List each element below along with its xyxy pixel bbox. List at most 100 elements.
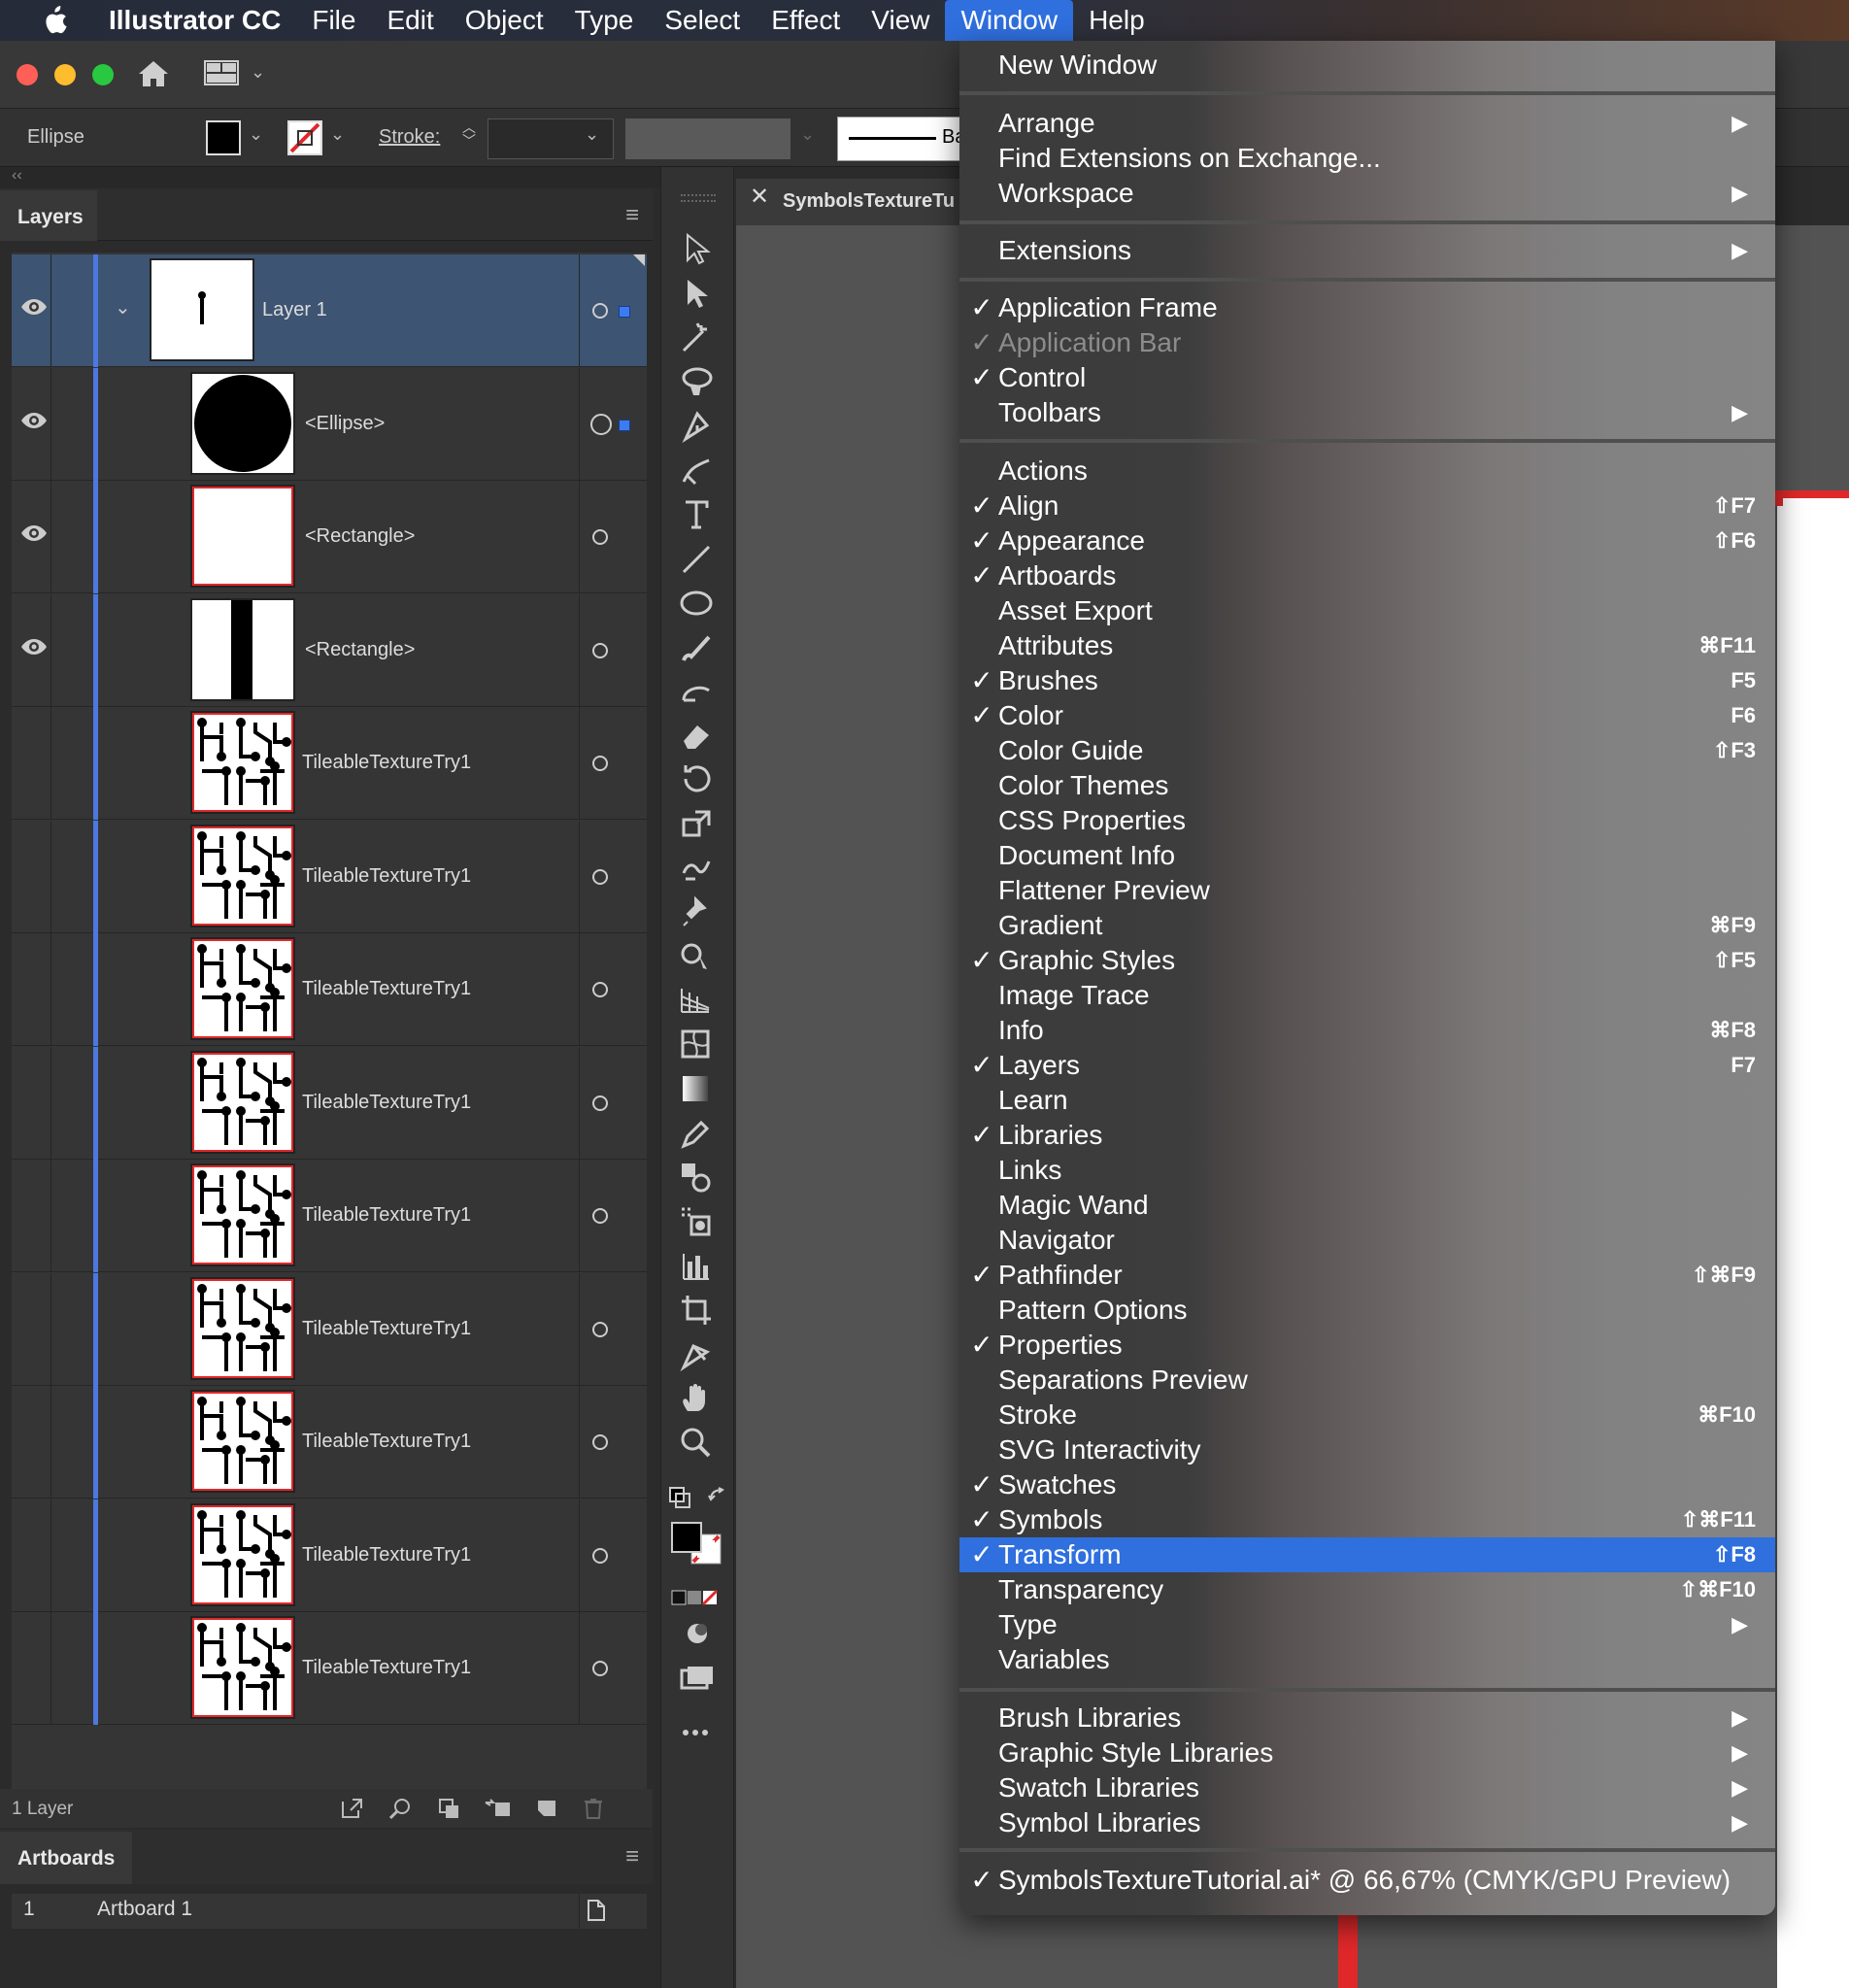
eye-icon[interactable] <box>19 637 49 657</box>
collapse-panels-icon[interactable]: ‹‹ <box>12 167 22 185</box>
menu-item-stroke[interactable]: Stroke ⌘F10 <box>959 1398 1775 1432</box>
menu-item-color-themes[interactable]: Color Themes <box>959 768 1775 803</box>
menu-item-extensions[interactable]: Extensions ▶ <box>959 233 1775 268</box>
chevron-down-icon[interactable]: ⌄ <box>249 124 263 145</box>
menu-item-swatch-libraries[interactable]: Swatch Libraries ▶ <box>959 1770 1775 1805</box>
menu-item-control[interactable]: ✓ Control <box>959 360 1775 395</box>
target-icon[interactable] <box>592 1095 608 1111</box>
menu-item-workspace[interactable]: Workspace ▶ <box>959 176 1775 211</box>
menu-file[interactable]: File <box>296 0 371 41</box>
gradient-tool-icon[interactable] <box>678 1071 717 1106</box>
scale-tool-icon[interactable] <box>678 806 717 841</box>
target-icon[interactable] <box>592 1661 608 1676</box>
target-icon[interactable] <box>592 756 608 771</box>
menu-item-symbols[interactable]: ✓ Symbols ⇧⌘F11 <box>959 1502 1775 1537</box>
sublayer-row[interactable]: TileableTextureTry1 <box>12 1612 647 1725</box>
menu-item-brushes[interactable]: ✓ Brushes F5 <box>959 663 1775 698</box>
warp-tool-icon[interactable] <box>678 850 717 885</box>
menu-item-css-properties[interactable]: CSS Properties <box>959 803 1775 838</box>
puppet-warp-tool-icon[interactable] <box>678 894 717 929</box>
eraser-tool-icon[interactable] <box>678 718 717 753</box>
menu-item-find-extensions-on-exchange[interactable]: Find Extensions on Exchange... <box>959 141 1775 176</box>
screen-mode-icon[interactable] <box>678 1663 732 1712</box>
menu-item-appearance[interactable]: ✓ Appearance ⇧F6 <box>959 523 1775 558</box>
menu-item-separations-preview[interactable]: Separations Preview <box>959 1363 1775 1398</box>
target-icon[interactable] <box>592 529 608 545</box>
curvature-tool-icon[interactable] <box>678 453 717 488</box>
menu-item-gradient[interactable]: Gradient ⌘F9 <box>959 908 1775 943</box>
ellipse-tool-icon[interactable] <box>678 585 717 620</box>
close-window-button[interactable] <box>17 64 38 85</box>
zoom-tool-icon[interactable] <box>678 1425 717 1460</box>
clipping-mask-icon[interactable] <box>437 1797 462 1820</box>
menu-item-info[interactable]: Info ⌘F8 <box>959 1013 1775 1048</box>
sublayer-row[interactable]: TileableTextureTry1 <box>12 1499 647 1612</box>
shape-builder-tool-icon[interactable] <box>678 938 717 973</box>
eye-icon[interactable] <box>19 411 49 430</box>
menu-item-learn[interactable]: Learn <box>959 1083 1775 1118</box>
menu-item-libraries[interactable]: ✓ Libraries <box>959 1118 1775 1153</box>
menu-item-links[interactable]: Links <box>959 1153 1775 1188</box>
column-graph-tool-icon[interactable] <box>678 1248 717 1283</box>
artboard[interactable] <box>1777 495 1849 1988</box>
layer-name[interactable]: TileableTextureTry1 <box>302 1657 471 1679</box>
menu-item-flattener-preview[interactable]: Flattener Preview <box>959 873 1775 908</box>
perspective-grid-tool-icon[interactable] <box>678 983 717 1018</box>
menu-window[interactable]: Window <box>945 0 1074 41</box>
eyedropper-tool-icon[interactable] <box>678 1115 717 1150</box>
menu-type[interactable]: Type <box>559 0 650 41</box>
target-icon[interactable] <box>592 1321 608 1337</box>
layer-name[interactable]: <Ellipse> <box>305 413 385 435</box>
layer-name[interactable]: TileableTextureTry1 <box>302 978 471 1000</box>
sublayer-row[interactable]: TileableTextureTry1 <box>12 820 647 933</box>
menu-item-graphic-styles[interactable]: ✓ Graphic Styles ⇧F5 <box>959 943 1775 978</box>
mesh-tool-icon[interactable] <box>678 1027 717 1061</box>
apple-icon[interactable] <box>35 5 74 36</box>
menu-item-graphic-style-libraries[interactable]: Graphic Style Libraries ▶ <box>959 1735 1775 1770</box>
arrange-documents-icon[interactable] <box>204 60 239 85</box>
panel-menu-icon[interactable]: ≡ <box>625 202 639 229</box>
fill-stroke-proxy-icon[interactable] <box>670 1521 724 1570</box>
trash-icon[interactable] <box>581 1797 606 1820</box>
rotate-tool-icon[interactable] <box>678 761 717 796</box>
lasso-tool-icon[interactable] <box>678 364 717 399</box>
menu-item-toolbars[interactable]: Toolbars ▶ <box>959 395 1775 430</box>
pen-tool-icon[interactable] <box>678 408 717 444</box>
layer-name[interactable]: TileableTextureTry1 <box>302 1092 471 1114</box>
menu-item-transparency[interactable]: Transparency ⇧⌘F10 <box>959 1572 1775 1607</box>
menu-view[interactable]: View <box>856 0 945 41</box>
sublayer-row[interactable]: TileableTextureTry1 <box>12 1046 647 1160</box>
stroke-color-swatch[interactable] <box>287 120 322 155</box>
new-layer-icon[interactable] <box>534 1797 559 1820</box>
toolbar-grip[interactable] <box>681 194 716 202</box>
type-tool-icon[interactable] <box>678 496 717 531</box>
menu-item-application-frame[interactable]: ✓ Application Frame <box>959 290 1775 325</box>
menu-item-swatches[interactable]: ✓ Swatches <box>959 1467 1775 1502</box>
chevron-down-icon[interactable]: ⌄ <box>251 62 265 83</box>
target-icon[interactable] <box>592 868 608 885</box>
sublayer-row[interactable]: <Ellipse> <box>12 367 647 481</box>
locate-object-icon[interactable] <box>388 1797 414 1820</box>
menu-item-navigator[interactable]: Navigator <box>959 1223 1775 1258</box>
minimize-window-button[interactable] <box>54 64 76 85</box>
sublayer-row[interactable]: TileableTextureTry1 <box>12 1160 647 1272</box>
stroke-label[interactable]: Stroke: <box>379 126 440 149</box>
draw-mode-icon[interactable] <box>682 1618 736 1668</box>
menu-select[interactable]: Select <box>649 0 756 41</box>
symbol-sprayer-tool-icon[interactable] <box>678 1203 717 1238</box>
layer-name[interactable]: <Rectangle> <box>305 639 415 661</box>
layer-name[interactable]: TileableTextureTry1 <box>302 865 471 888</box>
selection-indicator[interactable] <box>619 419 630 431</box>
menu-item-brush-libraries[interactable]: Brush Libraries ▶ <box>959 1701 1775 1735</box>
home-icon[interactable] <box>136 58 171 89</box>
artboard-tool-icon[interactable] <box>678 1292 717 1327</box>
direct-selection-tool-icon[interactable] <box>678 276 717 311</box>
menu-item-color[interactable]: ✓ Color F6 <box>959 698 1775 733</box>
menu-object[interactable]: Object <box>450 0 559 41</box>
layer-name[interactable]: TileableTextureTry1 <box>302 1204 471 1227</box>
artboard-row[interactable]: 1 Artboard 1 <box>12 1894 647 1929</box>
menu-item-symbolstexturetutorial-ai-66-67-cmyk-gpu-preview[interactable]: ✓ SymbolsTextureTutorial.ai* @ 66,67% (CM… <box>959 1863 1775 1898</box>
chevron-down-icon[interactable]: ⌄ <box>115 295 131 320</box>
menu-help[interactable]: Help <box>1073 0 1160 41</box>
menu-edit[interactable]: Edit <box>371 0 449 41</box>
